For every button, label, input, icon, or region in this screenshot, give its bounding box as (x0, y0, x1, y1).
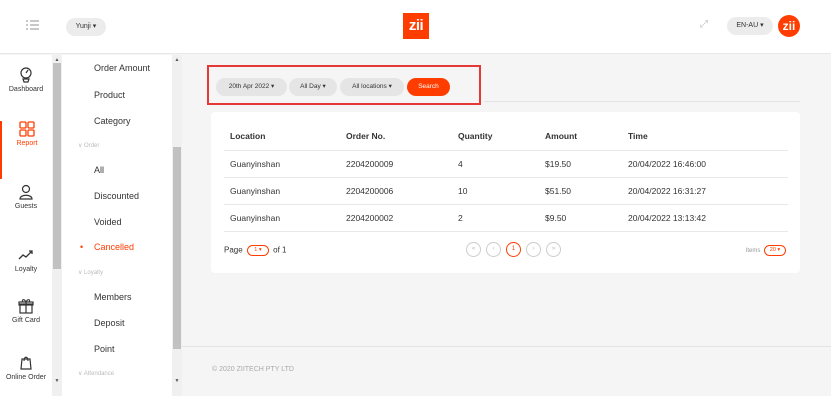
submenu-item-all[interactable]: All (94, 165, 104, 175)
cell-quantity: 10 (452, 177, 539, 205)
column-header-quantity[interactable]: Quantity (452, 122, 539, 151)
scroll-up-arrow-icon[interactable]: ▲ (174, 57, 180, 63)
nav-item-loyalty[interactable]: Loyalty (0, 247, 52, 305)
page-select[interactable]: 1 ▾ (246, 245, 269, 256)
cell-quantity: 2 (452, 204, 539, 232)
submenu-item-discounted[interactable]: Discounted (94, 191, 139, 201)
cell-order-no: 2204200006 (340, 177, 452, 205)
nav-item-dashboard[interactable]: Dashboard (0, 67, 52, 125)
cell-time: 20/04/2022 16:31:27 (622, 177, 788, 205)
submenu-item-order-amount[interactable]: Order Amount (94, 63, 150, 73)
table-header-row: Location Order No. Quantity Amount Time (224, 122, 788, 151)
scrollbar-thumb[interactable] (53, 63, 61, 269)
nav-label-online-order: Online Order (5, 374, 47, 381)
page-total: of 1 (273, 245, 287, 255)
submenu-group-attendance[interactable]: ∨ Attendance (78, 370, 114, 377)
items-label: Items (745, 248, 761, 255)
language-dropdown[interactable]: EN-AU ▾ (727, 17, 773, 35)
account-avatar[interactable]: zii (778, 15, 800, 37)
table-row[interactable]: Guanyinshan 2204200006 10 $51.50 20/04/2… (224, 177, 788, 205)
cell-amount: $19.50 (539, 150, 622, 178)
orders-table: Location Order No. Quantity Amount Time … (224, 122, 788, 232)
report-icon (19, 121, 35, 137)
nav-label-loyalty: Loyalty (14, 266, 38, 273)
main-nav-rail: Dashboard Report Guests Loyalty Gift Car… (0, 55, 52, 396)
items-per-page-select[interactable]: 20 ▾ (764, 245, 786, 256)
page-number-button[interactable]: 1 (506, 242, 521, 257)
first-page-icon[interactable]: « (466, 242, 481, 257)
online-order-icon (20, 356, 32, 370)
last-page-icon[interactable]: » (546, 242, 561, 257)
menu-toggle-icon[interactable] (26, 19, 40, 33)
filter-bar: 20th Apr 2022 ▾ All Day ▾ All locations … (207, 65, 481, 105)
submenu-item-members[interactable]: Members (94, 292, 132, 302)
user-dropdown[interactable]: Yunji ▾ (66, 18, 106, 36)
results-card: Location Order No. Quantity Amount Time … (211, 112, 800, 273)
guests-icon (19, 184, 33, 200)
footer-copyright: © 2020 ZIITECH PTY LTD (212, 366, 294, 373)
page-label: Page (224, 245, 243, 255)
cell-location: Guanyinshan (224, 177, 340, 205)
submenu-group-order[interactable]: ∨ Order (78, 142, 99, 149)
cell-location: Guanyinshan (224, 204, 340, 232)
submenu-group-loyalty[interactable]: ∨ Loyalty (78, 269, 103, 276)
submenu-scrollbar[interactable]: ▲ ▼ (172, 55, 182, 396)
next-page-icon[interactable]: › (526, 242, 541, 257)
nav-item-gift-card[interactable]: Gift Card (0, 298, 52, 356)
cell-quantity: 4 (452, 150, 539, 178)
table-row[interactable]: Guanyinshan 2204200002 2 $9.50 20/04/202… (224, 204, 788, 232)
filter-divider (484, 101, 800, 102)
loyalty-icon (18, 250, 33, 260)
cell-order-no: 2204200009 (340, 150, 452, 178)
nav-rail-scrollbar[interactable]: ▲ ▼ (52, 55, 62, 396)
brand-logo: zii (403, 13, 429, 39)
gift-icon (18, 299, 34, 314)
column-header-location[interactable]: Location (224, 122, 340, 151)
scrollbar-thumb[interactable] (173, 147, 181, 349)
date-picker[interactable]: 20th Apr 2022 ▾ (216, 78, 287, 96)
nav-label-gift-card: Gift Card (11, 317, 40, 324)
footer-divider (182, 346, 831, 347)
nav-item-guests[interactable]: Guests (0, 184, 52, 242)
table-row[interactable]: Guanyinshan 2204200009 4 $19.50 20/04/20… (224, 150, 788, 178)
nav-item-online-order[interactable]: Online Order (0, 355, 52, 396)
nav-label-guests: Guests (14, 203, 38, 210)
cell-time: 20/04/2022 13:13:42 (622, 204, 788, 232)
column-header-order-no[interactable]: Order No. (340, 122, 452, 151)
report-submenu: Order Amount Product Category ∨ Order Al… (62, 55, 172, 396)
day-select[interactable]: All Day ▾ (289, 78, 337, 96)
page-indicator: Page 1 ▾ of 1 (224, 245, 287, 256)
submenu-item-cancelled[interactable]: Cancelled (80, 242, 134, 252)
prev-page-icon[interactable]: ‹ (486, 242, 501, 257)
cell-amount: $51.50 (539, 177, 622, 205)
submenu-item-voided[interactable]: Voided (94, 217, 122, 227)
nav-item-report[interactable]: Report (0, 121, 52, 179)
search-button[interactable]: Search (407, 78, 450, 96)
nav-label-dashboard: Dashboard (8, 86, 44, 93)
submenu-item-category[interactable]: Category (94, 116, 131, 126)
nav-label-report: Report (16, 140, 38, 147)
column-header-time[interactable]: Time (622, 122, 788, 151)
cell-location: Guanyinshan (224, 150, 340, 178)
scroll-down-arrow-icon[interactable]: ▼ (54, 378, 60, 384)
dashboard-icon (20, 67, 32, 83)
column-header-amount[interactable]: Amount (539, 122, 622, 151)
submenu-item-product[interactable]: Product (94, 90, 125, 100)
locations-select[interactable]: All locations ▾ (340, 78, 404, 96)
cell-order-no: 2204200002 (340, 204, 452, 232)
top-bar: Yunji ▾ zii ⤢ EN-AU ▾ zii (0, 0, 831, 54)
cell-amount: $9.50 (539, 204, 622, 232)
items-per-page: Items 20 ▾ (746, 245, 788, 256)
cell-time: 20/04/2022 16:46:00 (622, 150, 788, 178)
submenu-item-point[interactable]: Point (94, 344, 115, 354)
submenu-item-deposit[interactable]: Deposit (94, 318, 125, 328)
scroll-down-arrow-icon[interactable]: ▼ (174, 378, 180, 384)
fullscreen-icon[interactable]: ⤢ (698, 19, 710, 31)
